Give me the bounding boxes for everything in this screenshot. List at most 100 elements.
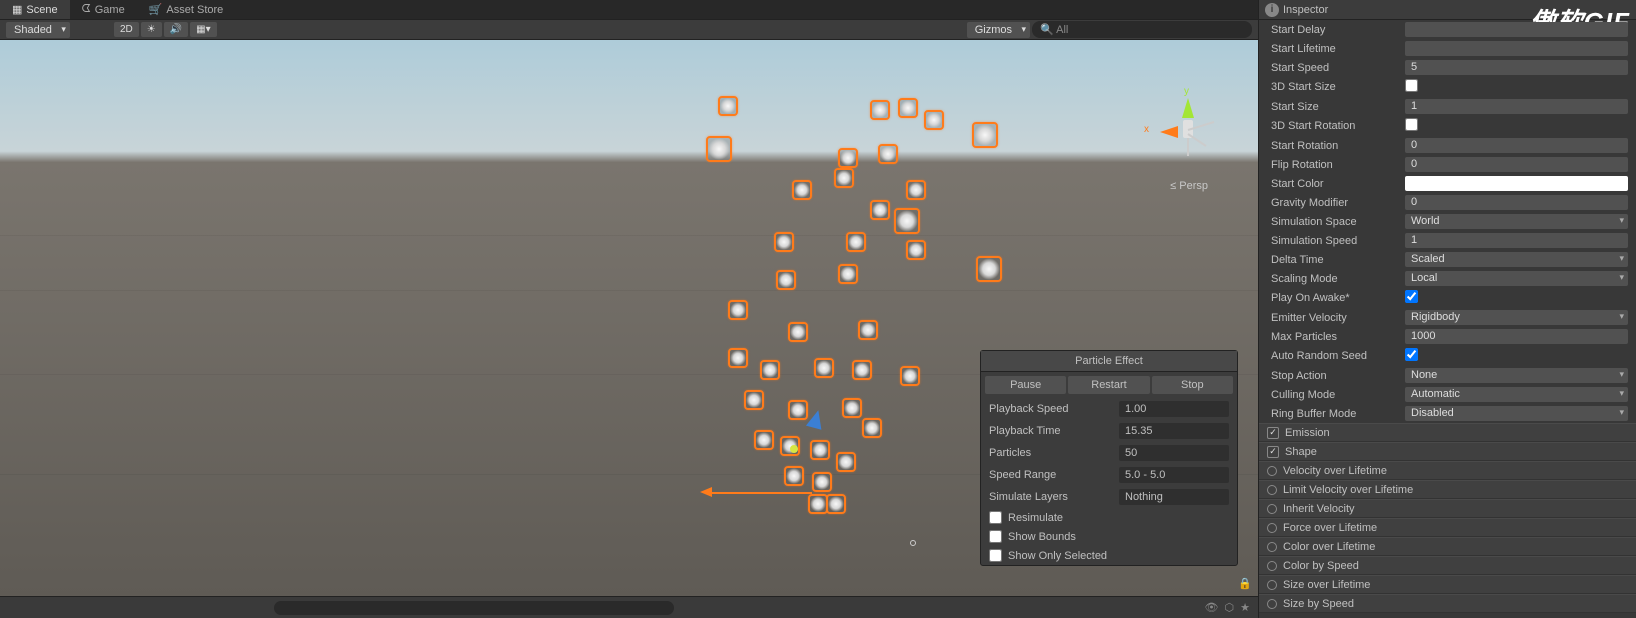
particle [972,122,998,148]
flip-rotation-field[interactable]: 0 [1405,157,1628,172]
simulate-layers-label: Simulate Layers [989,491,1119,503]
module-color-over-lifetime[interactable]: Color over Lifetime [1259,537,1636,556]
particle [728,348,748,368]
resimulate-label: Resimulate [1008,512,1063,524]
package-icon[interactable]: ⬡ [1225,601,1235,614]
start-size-field[interactable]: 1 [1405,99,1628,114]
module-force-over-lifetime[interactable]: Force over Lifetime [1259,518,1636,537]
start-rotation-field[interactable]: 0 [1405,138,1628,153]
start-speed-label: Start Speed [1267,62,1405,74]
arrow-head-icon [700,487,712,497]
stop-action-dropdown[interactable]: None [1405,368,1628,383]
start-lifetime-field[interactable] [1405,41,1628,56]
particle [898,98,918,118]
tab-asset-store[interactable]: 🛒 Asset Store [137,0,236,19]
iv-radio-icon[interactable] [1267,504,1277,514]
module-shape[interactable]: Shape [1259,442,1636,461]
shape-check-icon[interactable] [1267,446,1279,458]
start-speed-field[interactable]: 5 [1405,60,1628,75]
delta-time-label: Delta Time [1267,254,1405,266]
module-velocity-over-lifetime[interactable]: Velocity over Lifetime [1259,461,1636,480]
emission-check-icon[interactable] [1267,427,1279,439]
module-limit-velocity-over-lifetime[interactable]: Limit Velocity over Lifetime [1259,480,1636,499]
perspective-label[interactable]: ≤ Persp [1170,180,1208,192]
emitter-velocity-label: Emitter Velocity [1267,312,1405,324]
emitter-velocity-dropdown[interactable]: Rigidbody [1405,310,1628,325]
restart-button[interactable]: Restart [1068,376,1149,394]
tab-scene[interactable]: ▦ Scene [0,0,70,19]
start-color-swatch[interactable] [1405,176,1628,191]
scaling-mode-dropdown[interactable]: Local [1405,271,1628,286]
particle [810,440,830,460]
particles-count-label: Particles [989,447,1119,459]
ring-buffer-mode-label: Ring Buffer Mode [1267,408,1405,420]
fx-toggle[interactable]: ▦▾ [190,22,216,37]
gizmos-dropdown[interactable]: Gizmos [967,22,1030,38]
project-search[interactable] [274,601,674,615]
shaded-dropdown[interactable]: Shaded [6,22,70,38]
simulate-layers-dropdown[interactable]: Nothing [1119,489,1229,505]
particle [760,360,780,380]
hidden-icon[interactable]: 👁 [1205,601,1219,614]
ring-buffer-mode-dropdown[interactable]: Disabled [1405,406,1628,421]
particle [858,320,878,340]
stop-button[interactable]: Stop [1152,376,1233,394]
grid-icon: ▦ [12,3,22,16]
auto-random-seed-label: Auto Random Seed [1267,350,1405,362]
scene-search[interactable]: 🔍 All [1032,21,1252,38]
particle [774,232,794,252]
fol-radio-icon[interactable] [1267,523,1277,533]
max-particles-field[interactable]: 1000 [1405,329,1628,344]
scene-viewport[interactable]: y x ≤ Persp Particle Effect Pause Restar… [0,40,1258,596]
show-only-selected-checkbox[interactable] [989,549,1002,562]
module-size-over-lifetime[interactable]: Size over Lifetime [1259,575,1636,594]
tab-game-label: Game [95,4,125,16]
particle [836,452,856,472]
resimulate-checkbox[interactable] [989,511,1002,524]
culling-mode-label: Culling Mode [1267,389,1405,401]
playback-speed-field[interactable]: 1.00 [1119,401,1229,417]
particle [906,240,926,260]
particle [834,168,854,188]
sol-radio-icon[interactable] [1267,580,1277,590]
particle [838,148,858,168]
particle [784,466,804,486]
2d-toggle[interactable]: 2D [114,22,139,37]
inspector-title: Inspector [1283,4,1328,16]
pause-button[interactable]: Pause [985,376,1066,394]
sbs-radio-icon[interactable] [1267,599,1277,609]
simulation-speed-field[interactable]: 1 [1405,233,1628,248]
lvol-radio-icon[interactable] [1267,485,1277,495]
lock-icon[interactable]: 🔒 [1238,577,1252,590]
playback-time-field[interactable]: 15.35 [1119,423,1229,439]
particle [826,494,846,514]
show-bounds-label: Show Bounds [1008,531,1076,543]
3d-start-size-checkbox[interactable] [1405,79,1418,92]
audio-toggle[interactable]: 🔊 [164,22,188,37]
speed-range-label: Speed Range [989,469,1119,481]
info-icon: i [1265,3,1279,17]
module-size-by-speed[interactable]: Size by Speed [1259,594,1636,613]
delta-time-dropdown[interactable]: Scaled [1405,252,1628,267]
show-bounds-checkbox[interactable] [989,530,1002,543]
play-on-awake-checkbox[interactable] [1405,290,1418,303]
module-emission[interactable]: Emission [1259,423,1636,442]
module-inherit-velocity[interactable]: Inherit Velocity [1259,499,1636,518]
cbs-radio-icon[interactable] [1267,561,1277,571]
inspector-header[interactable]: i Inspector 傲软GIF [1259,0,1636,20]
3d-start-rotation-checkbox[interactable] [1405,118,1418,131]
axis-gizmo[interactable]: y x [1148,90,1228,170]
simulation-space-dropdown[interactable]: World [1405,214,1628,229]
particle [924,110,944,130]
favorite-icon[interactable]: ★ [1240,601,1250,614]
vol-radio-icon[interactable] [1267,466,1277,476]
gravity-modifier-field[interactable]: 0 [1405,195,1628,210]
lighting-toggle[interactable]: ☀ [141,22,162,37]
start-delay-field[interactable] [1405,22,1628,37]
module-color-by-speed[interactable]: Color by Speed [1259,556,1636,575]
col-radio-icon[interactable] [1267,542,1277,552]
transform-arrow [712,492,812,494]
culling-mode-dropdown[interactable]: Automatic [1405,387,1628,402]
tab-game[interactable]: ᗧ Game [70,0,137,19]
auto-random-seed-checkbox[interactable] [1405,348,1418,361]
